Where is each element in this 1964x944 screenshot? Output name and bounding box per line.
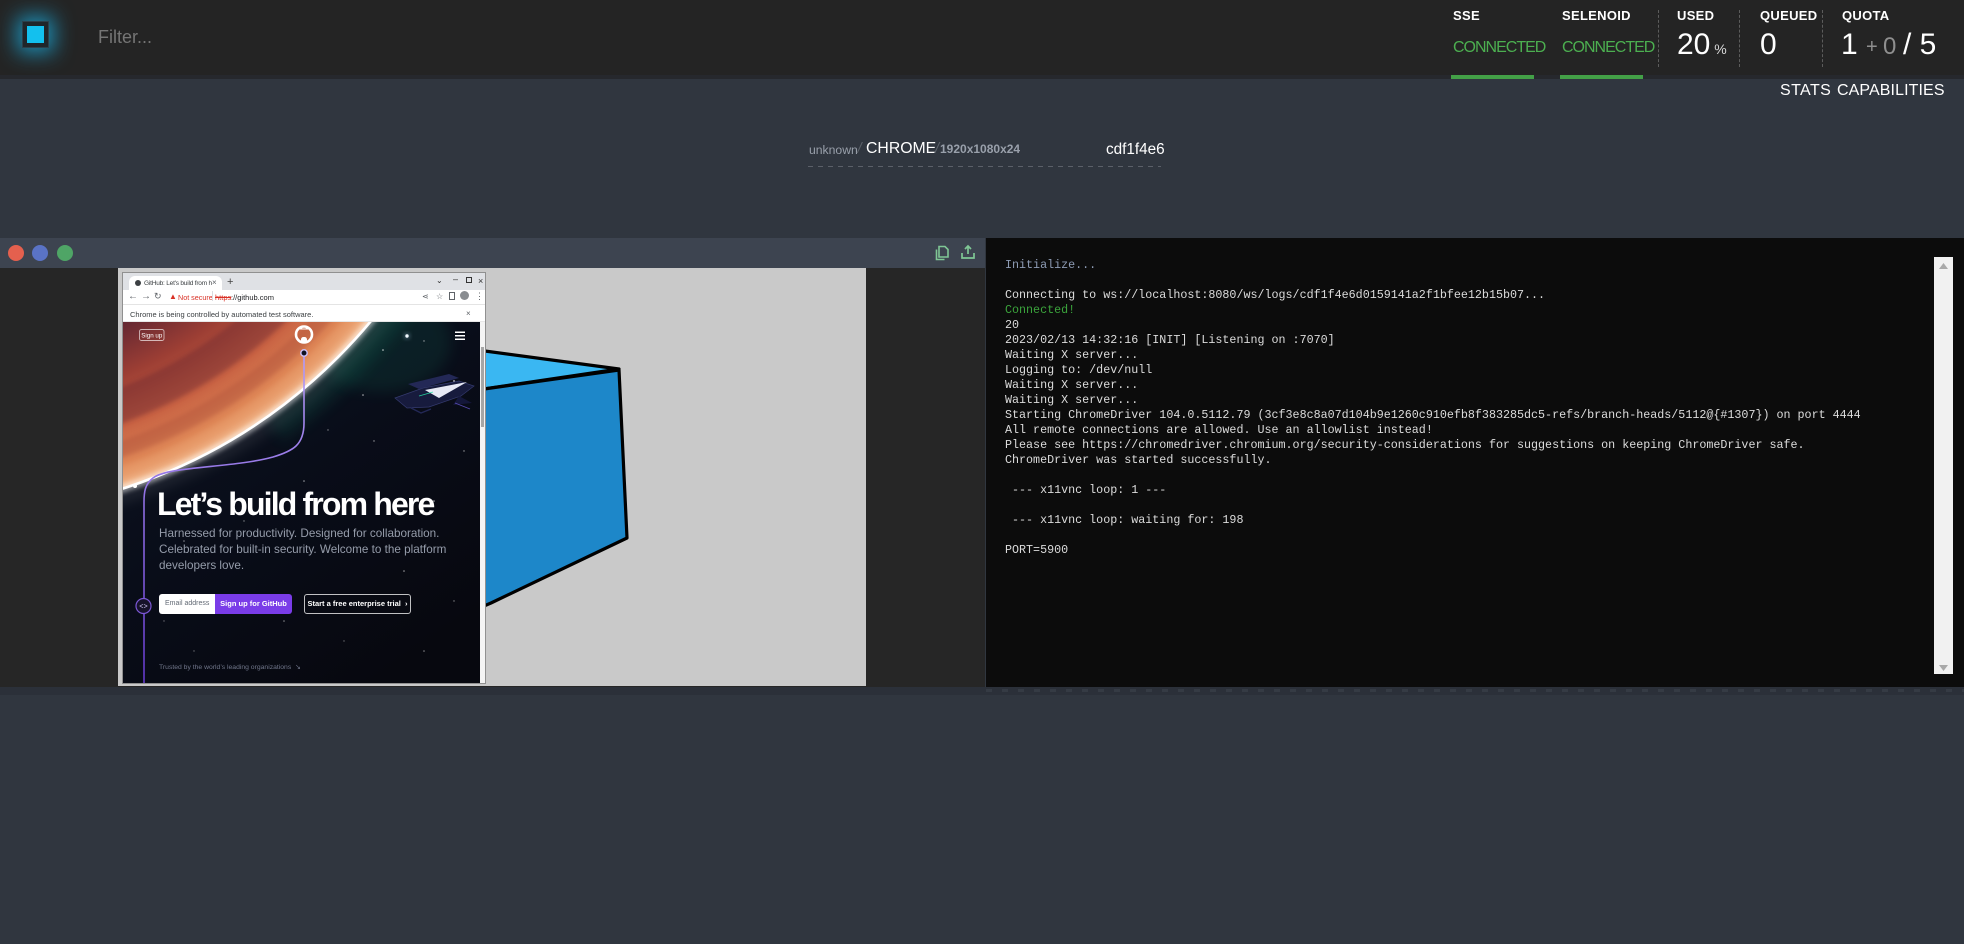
svg-text:<>: <> [139,604,147,612]
svg-text:Sign up: Sign up [141,332,163,339]
